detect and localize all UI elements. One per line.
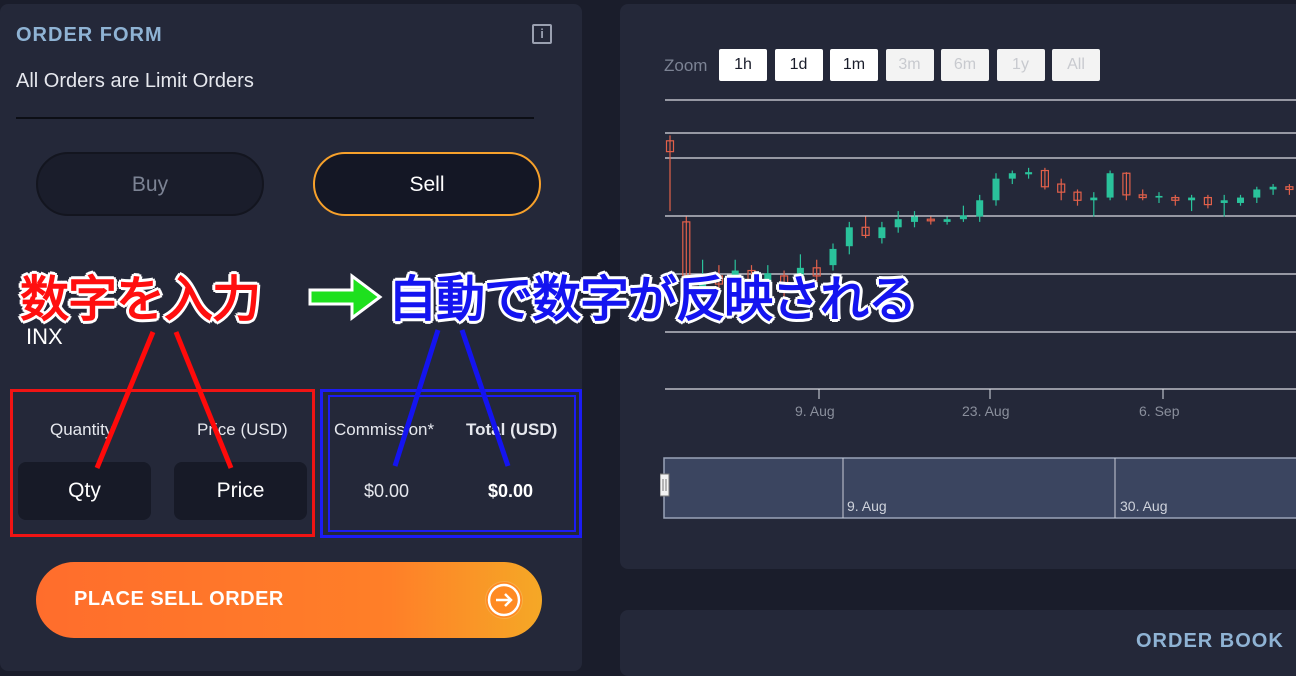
annotation-auto-note: 自動で数字が反映される (388, 273, 917, 327)
green-arrow-icon (308, 273, 383, 321)
annotation-lines (94, 329, 511, 469)
annotation-input-note: 数字を入力 (20, 273, 261, 327)
